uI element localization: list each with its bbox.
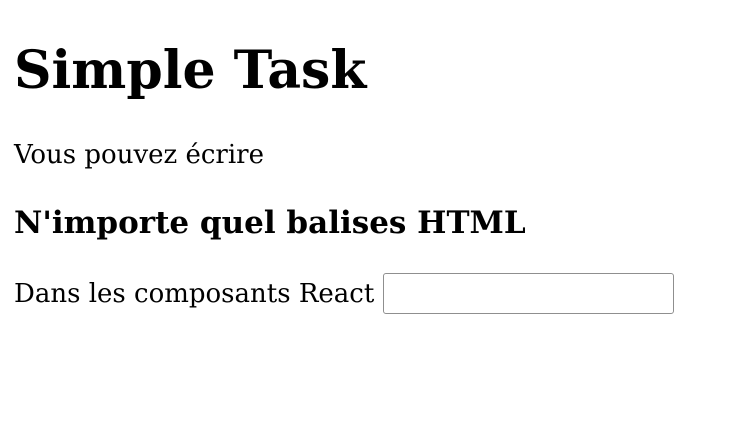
input-row: Dans les composants React	[14, 273, 675, 314]
text-input[interactable]	[383, 273, 675, 314]
page-title: Simple Task	[14, 40, 367, 101]
input-label: Dans les composants React	[14, 278, 375, 309]
section-heading: N'importe quel balises HTML	[14, 205, 526, 241]
intro-text: Vous pouvez écrire	[14, 140, 264, 170]
